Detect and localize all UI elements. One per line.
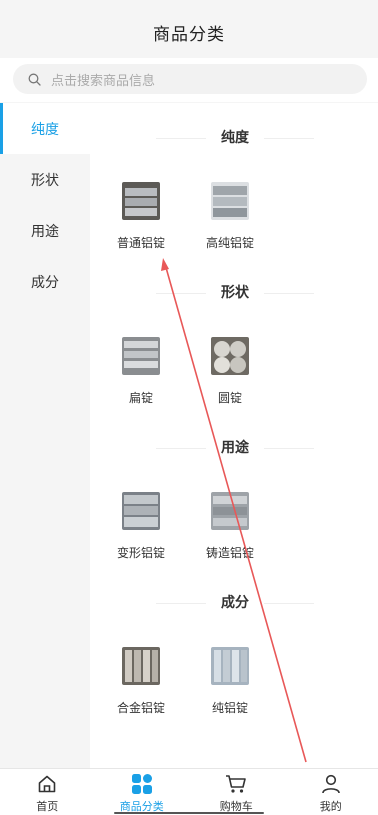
sidebar-item-composition[interactable]: 成分 [0,256,90,307]
product-thumbnail [211,337,249,375]
product-label: 铸造铝锭 [205,546,254,560]
sidebar-item-label: 纯度 [31,121,59,138]
product-item-round-ingot[interactable]: 圆锭 [190,337,270,406]
category-sidebar: 纯度 形状 用途 成分 [0,103,90,768]
product-label: 圆锭 [217,391,242,405]
sidebar-item-purity[interactable]: 纯度 [0,103,90,154]
product-item-alloy-ingot[interactable]: 合金铝锭 [101,647,181,716]
search-placeholder: 点击搜索商品信息 [51,73,156,89]
divider [264,448,314,449]
page-title: 商品分类 [153,24,225,45]
sidebar-item-usage[interactable]: 用途 [0,205,90,256]
page-header: 商品分类 [0,0,378,58]
product-label: 纯铝锭 [211,701,248,715]
search-bar-container: 点击搜索商品信息 [0,58,378,102]
active-tab-indicator [114,812,264,814]
tab-home[interactable]: 首页 [0,769,95,815]
sidebar-item-shape[interactable]: 形状 [0,154,90,205]
divider [264,293,314,294]
product-thumbnail [211,182,249,220]
tab-category[interactable]: 商品分类 [95,769,190,815]
section-title: 成分 [221,595,249,611]
product-item-wrought-ingot[interactable]: 变形铝锭 [101,492,181,561]
home-icon [36,773,58,795]
search-input[interactable]: 点击搜索商品信息 [13,64,367,94]
product-thumbnail [122,647,160,685]
product-thumbnail [122,337,160,375]
section-header: 纯度 [90,124,378,154]
section-title: 纯度 [221,130,249,146]
tab-cart[interactable]: 购物车 [189,769,284,815]
search-icon [27,72,41,86]
product-thumbnail [122,492,160,530]
product-thumbnail [211,492,249,530]
divider [156,138,206,139]
cart-icon [225,773,247,795]
section-title: 形状 [221,285,249,301]
sidebar-item-label: 成分 [31,274,59,291]
divider [156,448,206,449]
divider [156,293,206,294]
product-item-pure-ingot[interactable]: 纯铝锭 [190,647,270,716]
product-thumbnail [122,182,160,220]
product-label: 变形铝锭 [116,546,165,560]
tab-profile[interactable]: 我的 [284,769,378,815]
product-label: 合金铝锭 [116,701,165,715]
section-header: 成分 [90,589,378,619]
product-thumbnail [211,647,249,685]
section-title: 用途 [221,440,249,456]
tab-label: 首页 [36,800,59,813]
bottom-tab-bar: 首页 商品分类 购物车 我的 [0,768,378,815]
product-label: 普通铝锭 [116,236,165,250]
category-grid-icon [131,773,153,795]
product-label: 扁锭 [128,391,153,405]
sidebar-item-label: 形状 [31,172,59,189]
product-item-high-purity-ingot[interactable]: 高纯铝锭 [190,182,270,251]
divider [156,603,206,604]
section-header: 用途 [90,434,378,464]
divider [264,138,314,139]
sidebar-item-label: 用途 [31,223,59,240]
user-icon [320,773,342,795]
product-label: 高纯铝锭 [205,236,254,250]
section-header: 形状 [90,279,378,309]
product-item-casting-ingot[interactable]: 铸造铝锭 [190,492,270,561]
category-content: 纯度 普通铝锭 高纯铝锭 形状 扁锭 圆锭 用途 变形铝锭 铸造铝锭 成分 合金… [90,103,378,768]
product-item-flat-ingot[interactable]: 扁锭 [101,337,181,406]
tab-label: 我的 [319,800,342,813]
divider [264,603,314,604]
product-item-regular-ingot[interactable]: 普通铝锭 [101,182,181,251]
